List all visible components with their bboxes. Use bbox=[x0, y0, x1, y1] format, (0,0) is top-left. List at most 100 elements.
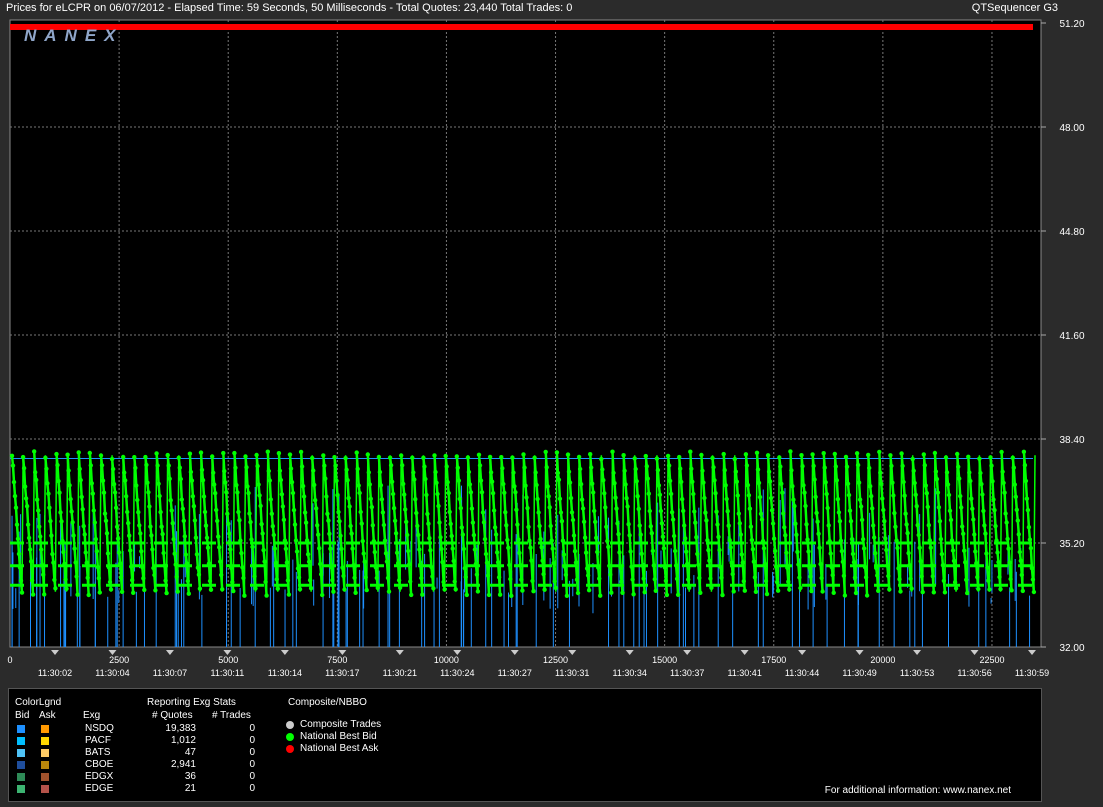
nbb-point bbox=[1024, 496, 1030, 501]
nbb-point bbox=[63, 577, 68, 582]
composite-title: Composite/NBBO bbox=[288, 697, 367, 708]
nbb-point bbox=[891, 493, 896, 498]
nbb-point bbox=[697, 575, 702, 581]
nbb-point bbox=[605, 538, 610, 544]
nbb-point bbox=[150, 547, 155, 552]
nbb-point bbox=[72, 546, 77, 551]
nbb-point bbox=[674, 576, 680, 581]
nbb-point bbox=[939, 551, 945, 557]
nbb-point bbox=[980, 492, 985, 497]
nbb-point bbox=[924, 491, 929, 496]
exchange-quotes: 1,012 bbox=[170, 735, 196, 746]
nbb-point bbox=[720, 592, 725, 598]
nbb-point bbox=[401, 481, 406, 487]
nbb-point bbox=[836, 510, 842, 515]
nbb-point bbox=[1015, 518, 1020, 523]
nbb-point bbox=[684, 549, 689, 554]
nbb-point bbox=[556, 477, 562, 482]
nbb-point bbox=[982, 523, 987, 528]
nbb-point bbox=[580, 506, 586, 511]
ask-header: Ask bbox=[39, 710, 56, 721]
nbb-point bbox=[851, 560, 857, 565]
nbb-point bbox=[656, 483, 662, 488]
time-tick-label: 11:30:02 bbox=[38, 668, 72, 678]
nbb-point bbox=[48, 518, 53, 524]
nbb-point bbox=[808, 574, 813, 579]
nbb-point bbox=[175, 589, 180, 594]
nbb-point bbox=[823, 480, 828, 485]
x-index-tick-label: 0 bbox=[7, 655, 12, 665]
time-tick-marker bbox=[683, 650, 692, 655]
time-tick-label: 11:30:41 bbox=[727, 668, 761, 678]
nbb-point bbox=[805, 537, 810, 542]
nbb-point bbox=[115, 536, 121, 541]
nbb-point bbox=[921, 452, 926, 457]
nbb-point bbox=[934, 476, 940, 482]
nbb-point bbox=[509, 593, 514, 598]
nbb-point bbox=[1005, 536, 1010, 542]
nbb-point bbox=[334, 478, 339, 483]
nbb-point bbox=[879, 481, 884, 486]
nbb-point bbox=[884, 547, 889, 553]
nbb-point bbox=[346, 495, 351, 501]
nbb-point bbox=[764, 591, 770, 597]
nbb-point bbox=[802, 490, 807, 495]
nbb-point bbox=[319, 572, 324, 577]
nbb-point bbox=[466, 469, 472, 475]
nbb-point bbox=[642, 590, 647, 595]
nbb-point bbox=[765, 453, 771, 458]
nbb-point bbox=[771, 536, 777, 541]
nbb-point bbox=[766, 469, 772, 474]
nbb-point bbox=[201, 494, 207, 499]
nbb-point bbox=[449, 533, 454, 539]
nbb-point bbox=[946, 492, 952, 498]
nbb-point bbox=[919, 574, 924, 579]
nbb-point bbox=[257, 493, 262, 498]
nbb-point bbox=[303, 520, 309, 525]
nbb-point bbox=[414, 510, 419, 516]
nbb-point bbox=[41, 572, 46, 577]
nbb-point bbox=[36, 508, 41, 513]
nbb-point bbox=[936, 505, 942, 510]
nbb-point bbox=[703, 510, 708, 515]
nbb-point bbox=[497, 592, 503, 597]
nbb-point bbox=[292, 522, 298, 527]
nbb-point bbox=[116, 550, 122, 555]
nbb-point bbox=[804, 522, 809, 527]
composite-label: Composite Trades bbox=[300, 719, 382, 730]
nbb-point bbox=[250, 544, 255, 550]
nbb-point bbox=[833, 464, 838, 469]
nbb-point bbox=[681, 508, 686, 514]
nbb-point bbox=[286, 592, 292, 597]
nbb-point bbox=[182, 534, 187, 539]
nbb-point bbox=[555, 470, 561, 476]
nbb-point bbox=[554, 450, 560, 455]
nbb-point bbox=[818, 561, 823, 567]
nbb-point bbox=[68, 496, 73, 502]
nbb-point bbox=[281, 517, 287, 522]
composite-dot bbox=[286, 721, 294, 729]
nbb-point bbox=[34, 477, 39, 483]
nbb-point bbox=[149, 533, 154, 538]
nbb-point bbox=[262, 559, 267, 564]
nbb-point bbox=[623, 482, 628, 487]
nbb-point bbox=[355, 466, 360, 472]
nbb-point bbox=[107, 579, 113, 585]
time-tick-marker bbox=[913, 650, 922, 655]
nbb-point bbox=[158, 509, 163, 515]
time-tick-marker bbox=[280, 650, 289, 655]
nbb-point bbox=[759, 517, 765, 522]
nbb-point bbox=[391, 506, 397, 511]
nbb-point bbox=[1027, 537, 1033, 542]
nbb-point bbox=[987, 587, 992, 592]
nbb-point bbox=[915, 522, 920, 528]
nbb-point bbox=[379, 497, 385, 502]
nbb-point bbox=[751, 559, 757, 564]
nbb-point bbox=[95, 564, 101, 570]
nbb-point bbox=[728, 545, 733, 550]
nbb-point bbox=[70, 520, 75, 525]
y-tick-label: 32.00 bbox=[1059, 643, 1084, 654]
time-tick-marker bbox=[51, 650, 59, 655]
composite-label: National Best Ask bbox=[300, 743, 379, 754]
nbb-point bbox=[73, 560, 78, 565]
